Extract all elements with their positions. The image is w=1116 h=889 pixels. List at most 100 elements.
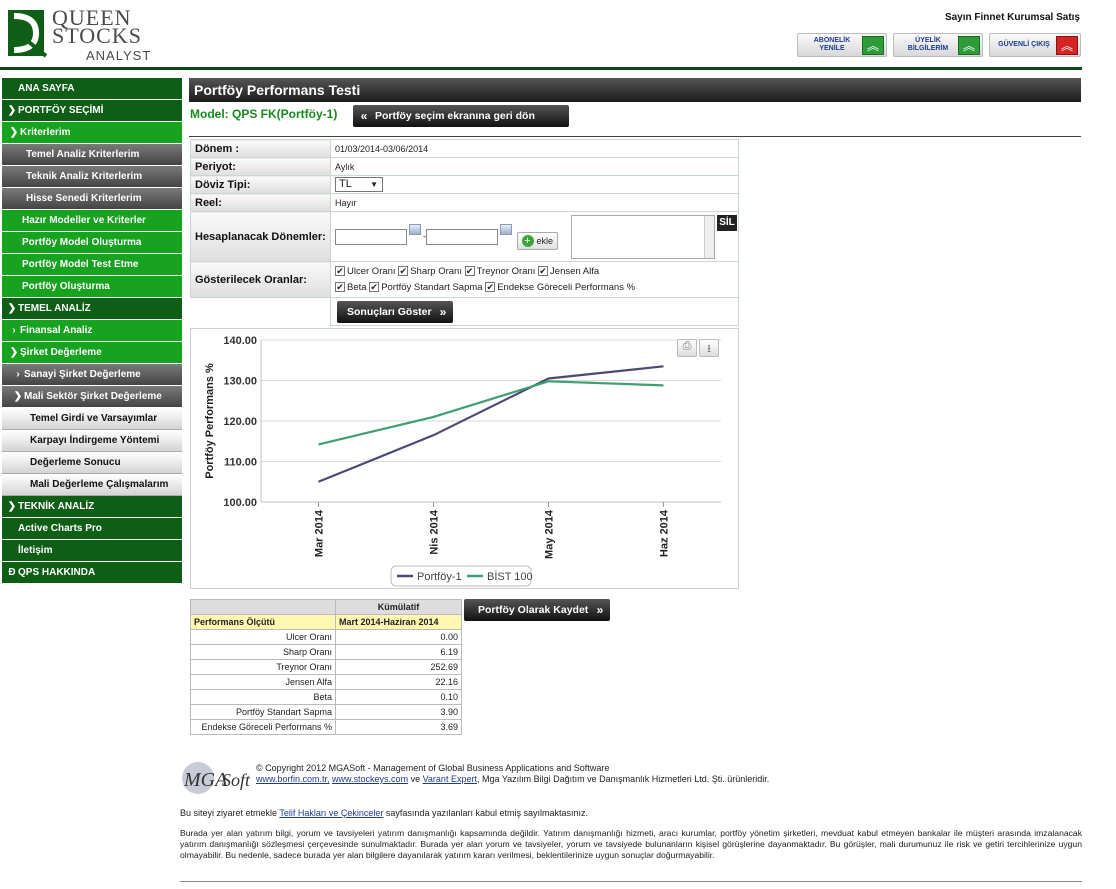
sidebar-item-karpayi-indirgeme[interactable]: Karpayı İndirgeme Yöntemi <box>2 430 182 452</box>
result-metric-name: Jensen Alfa <box>190 674 336 690</box>
result-metric-value: 6.19 <box>335 644 462 660</box>
sidebar-item-hazir-modeller[interactable]: Hazır Modeller ve Kriterler <box>2 210 182 232</box>
user-name: Sayın Finnet Kurumsal Satış <box>944 12 1080 23</box>
stockeys-link[interactable]: www.stockeys.com <box>332 774 408 784</box>
save-as-portfolio-button[interactable]: Portföy Olarak Kaydet » <box>464 599 610 621</box>
sidebar-item-teknik-analiz-kriterlerim[interactable]: Teknik Analiz Kriterlerim <box>2 166 182 188</box>
delete-period-button[interactable]: SİL <box>717 215 737 231</box>
double-chevron-down-icon: ❯ <box>7 501 17 512</box>
result-metric-name: Sharp Oranı <box>190 644 336 660</box>
y-tick-label: 130.00 <box>223 376 257 388</box>
terms-notice: Bu siteyi ziyaret etmekle Telif Hakları … <box>180 808 589 818</box>
sidebar-item-degerleme-sonucu[interactable]: Değerleme Sonucu <box>2 452 182 474</box>
sidebar-item-hisse-senedi-kriterlerim[interactable]: Hisse Senedi Kriterlerim <box>2 188 182 210</box>
page-title: Portföy Performans Testi <box>189 78 1081 102</box>
table-row: Portföy Standart Sapma 3.90 <box>190 704 462 720</box>
sidebar-item-qps-hakkinda[interactable]: Ɖ QPS HAKKINDA <box>2 562 182 584</box>
result-metric-name: Endekse Göreceli Performans % <box>190 719 336 735</box>
plus-icon: + <box>521 234 534 247</box>
series-line-2 <box>318 380 664 446</box>
checkmark-icon: ✔ <box>369 281 380 292</box>
renew-subscription-button[interactable]: ABONELİK YENİLE ︽ <box>797 33 887 57</box>
ratio-checkbox-ulcer[interactable]: ✔ Ulcer Oranı <box>335 266 396 277</box>
mgasoft-logo: MGA Soft <box>180 760 252 796</box>
download-icon[interactable]: ⭳ <box>699 339 719 357</box>
dropdown-arrow-icon: ▼ <box>370 180 378 189</box>
sidebar-item-teknik-analiz[interactable]: ❯ TEKNİK ANALİZ <box>2 496 182 518</box>
sidebar-item-portfoy-model-olusturma[interactable]: Portföy Model Oluşturma <box>2 232 182 254</box>
period-start-input[interactable] <box>335 228 407 245</box>
chevron-up-icon: ︽ <box>958 36 980 55</box>
ratio-checkbox-sharp[interactable]: ✔ Sharp Oranı <box>398 266 462 277</box>
chevron-down-icon: ❯ <box>13 391 23 402</box>
disclaimer-text: Burada yer alan yatırım bilgi, yorum ve … <box>180 828 1082 860</box>
result-metric-value: 0.00 <box>335 629 462 645</box>
period-end-input[interactable] <box>426 228 498 245</box>
calendar-icon[interactable] <box>409 223 421 235</box>
checkmark-icon: ✔ <box>398 265 409 276</box>
sidebar-item-kriterlerim[interactable]: ❯ Kriterlerim <box>2 122 182 144</box>
header: QUEEN STOCKS ANALYST Sayın Finnet Kurums… <box>0 0 1116 72</box>
sidebar-item-ana-sayfa[interactable]: ANA SAYFA <box>2 78 182 100</box>
table-row: Beta 0.10 <box>190 689 462 705</box>
legend-item: Portföy-1 <box>417 571 462 583</box>
x-tick-label: Nis 2014 <box>429 509 441 555</box>
frequency-value: Aylık <box>330 157 739 176</box>
calendar-icon[interactable] <box>500 223 512 235</box>
y-axis-label: Portföy Performans % <box>204 363 216 479</box>
sidebar-item-sanayi-sirket-degerleme[interactable]: › Sanayi Şirket Değerleme <box>2 364 182 386</box>
ratio-checkbox-jensen[interactable]: ✔ Jensen Alfa <box>538 266 599 277</box>
period-header: Mart 2014-Haziran 2014 <box>335 614 462 630</box>
table-row: Endekse Göreceli Performans % 3.69 <box>190 719 462 735</box>
test-settings-form: Dönem : 01/03/2014-03/06/2014 Periyot: A… <box>190 139 739 326</box>
sidebar-item-mali-sektor-sirket-degerleme[interactable]: ❯ Mali Sektör Şirket Değerleme <box>2 386 182 408</box>
mgasoft-logo-icon: MGA Soft <box>182 762 251 794</box>
sidebar-nav: ANA SAYFA ❯ PORTFÖY SEÇİMİ ❯ Kriterlerim T… <box>2 78 182 584</box>
ratio-checkbox-treynor[interactable]: ✔ Treynor Oranı <box>464 265 535 277</box>
chevron-up-icon: ︽ <box>862 36 884 55</box>
result-metric-name: Portföy Standart Sapma <box>190 704 336 720</box>
sidebar-item-portfoy-olusturma[interactable]: Portföy Oluşturma <box>2 276 182 298</box>
currency-select[interactable]: TL ▼ <box>335 177 383 192</box>
y-tick-label: 100.00 <box>223 497 257 509</box>
sidebar-item-temel-girdi[interactable]: Temel Girdi ve Varsayımlar <box>2 408 182 430</box>
sidebar-item-portfoy-model-test-etme[interactable]: Portföy Model Test Etme <box>2 254 182 276</box>
result-metric-name: Beta <box>190 689 336 705</box>
table-row: Sharp Oranı 6.19 <box>190 644 462 660</box>
cumulative-header: Kümülatif <box>335 599 462 615</box>
borfin-link[interactable]: www.borfin.com.tr, <box>256 774 330 784</box>
content-divider <box>189 136 1081 137</box>
period-value: 01/03/2014-03/06/2014 <box>330 139 739 158</box>
sidebar-item-portfoy-secimi[interactable]: ❯ PORTFÖY SEÇİMİ <box>2 100 182 122</box>
renew-subscription-label: ABONELİK YENİLE <box>813 37 851 52</box>
selected-periods-list[interactable] <box>571 215 715 259</box>
double-chevron-down-icon: ❯ <box>7 303 17 314</box>
list-scrollbar[interactable] <box>704 216 714 258</box>
sidebar-item-finansal-analiz[interactable]: › Finansal Analiz <box>2 320 182 342</box>
result-metric-value: 22.16 <box>335 674 462 690</box>
add-period-button[interactable]: + ekle <box>516 231 559 250</box>
sidebar-item-temel-analiz[interactable]: ❯ TEMEL ANALİZ <box>2 298 182 320</box>
membership-info-button[interactable]: ÜYELİK BİLGİLERİM ︽ <box>893 33 983 57</box>
queen-stocks-logo[interactable]: QUEEN STOCKS ANALYST <box>8 6 158 63</box>
sidebar-item-mali-degerleme-calismalarim[interactable]: Mali Değerleme Çalışmalarım <box>2 474 182 496</box>
varant-expert-link[interactable]: Varant Expert <box>423 774 477 784</box>
terms-link[interactable]: Telif Hakları ve Çekinceler <box>279 808 383 818</box>
chevron-right-icon: › <box>16 369 20 380</box>
ratio-checkbox-std-dev[interactable]: ✔ Portföy Standart Sapma <box>369 281 483 293</box>
sidebar-item-temel-analiz-kriterlerim[interactable]: Temel Analiz Kriterlerim <box>2 144 182 166</box>
result-metric-name: Treynor Oranı <box>190 659 336 675</box>
ratio-checkbox-beta[interactable]: ✔ Beta <box>335 282 367 293</box>
results-table: Kümülatif Performans Ölçütü Mart 2014-Ha… <box>190 599 462 735</box>
show-results-button[interactable]: Sonuçları Göster » <box>337 301 453 323</box>
sidebar-item-sirket-degerleme[interactable]: ❯ Şirket Değerleme <box>2 342 182 364</box>
real-label: Reel: <box>190 193 331 212</box>
print-icon[interactable]: ⎙ <box>677 339 697 357</box>
checkmark-icon: ✔ <box>464 265 475 276</box>
ratio-checkbox-relative-performance[interactable]: ✔ Endekse Göreceli Performans % <box>485 282 635 293</box>
secure-logout-button[interactable]: GÜVENLİ ÇIKIŞ ︽ <box>989 33 1081 57</box>
back-to-portfolio-selection-button[interactable]: « Portföy seçim ekranına geri dön <box>353 105 569 127</box>
sidebar-item-active-charts-pro[interactable]: Active Charts Pro <box>2 518 182 540</box>
sidebar-item-iletisim[interactable]: İletişim <box>2 540 182 562</box>
svg-text:Soft: Soft <box>222 770 251 790</box>
